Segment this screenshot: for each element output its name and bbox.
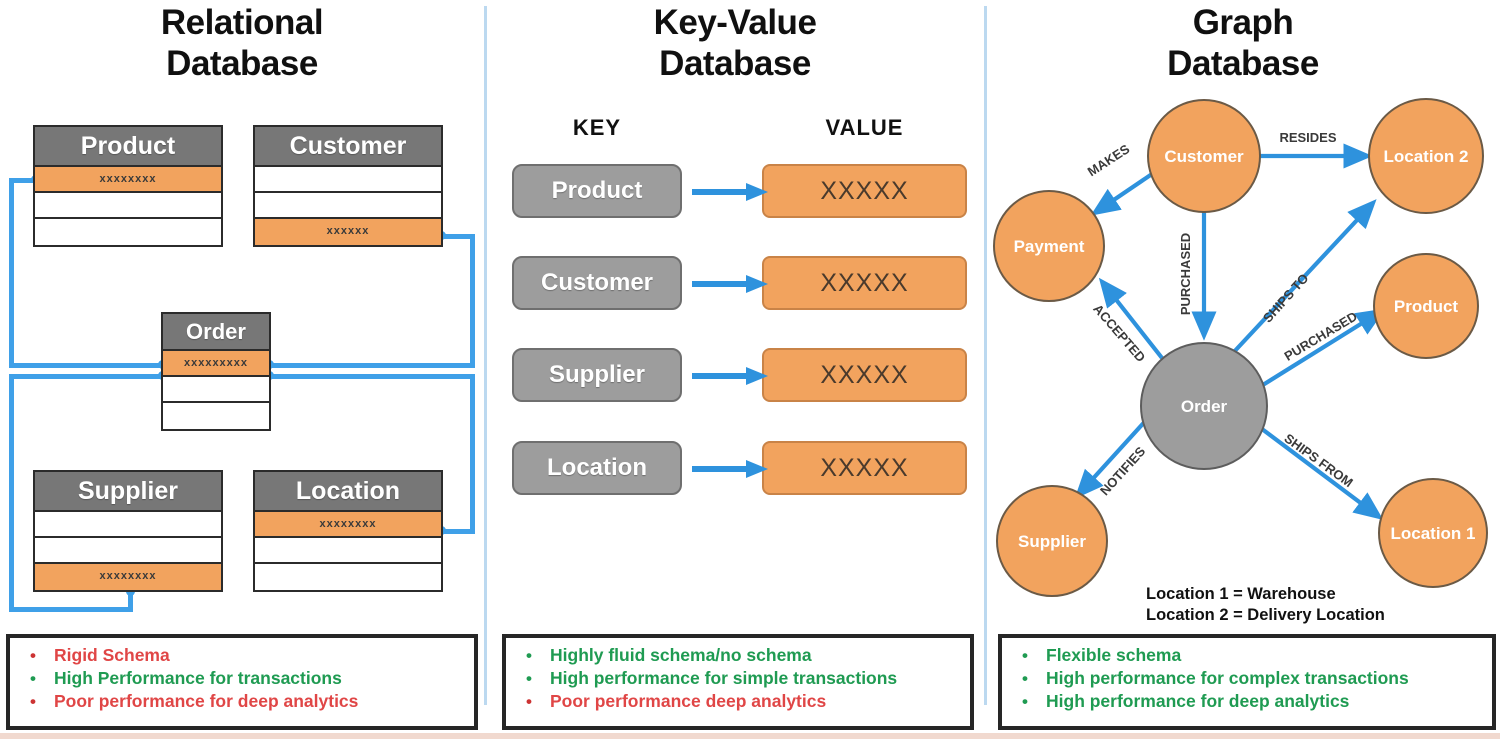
connector-supplier-order-h-bottom (9, 607, 133, 612)
keyvalue-arrow-customer (692, 275, 768, 293)
table-supplier-row-2: xxxxxxxx (35, 564, 221, 590)
table-product-row-1 (35, 193, 221, 219)
table-product-row-2 (35, 219, 221, 245)
graph-diagram: Customer Payment Location 2 Product Orde… (986, 96, 1500, 626)
graph-notes-box: Flexible schema High performance for com… (998, 634, 1496, 730)
edge-label-shipsto: SHIPS TO (1260, 271, 1312, 326)
connector-product-order-v (9, 178, 14, 368)
connector-location-order-v (470, 374, 475, 534)
relational-title-line2: Database (166, 44, 318, 83)
graph-legend: Location 1 = Warehouse Location 2 = Deli… (1146, 584, 1385, 626)
node-customer-label: Customer (1164, 147, 1244, 166)
relational-notes-box: Rigid Schema High Performance for transa… (6, 634, 478, 730)
table-customer-row-2: xxxxxx (255, 219, 441, 245)
keyvalue-value-header: VALUE (825, 115, 904, 140)
keyvalue-arrow-product (692, 183, 768, 201)
connector-customer-order-v (470, 234, 475, 368)
relational-column-title: Relational Database (0, 2, 484, 84)
bottom-edge-tint (0, 733, 1500, 739)
table-supplier[interactable]: Supplier xxxxxxxx (33, 470, 223, 592)
table-location-row-2 (255, 564, 441, 590)
table-order-header: Order (163, 314, 269, 351)
keyvalue-key-customer[interactable]: Customer (512, 256, 682, 310)
keyvalue-value-supplier[interactable]: XXXXX (762, 348, 967, 402)
edge-label-resides: RESIDES (1279, 130, 1336, 145)
relational-note-1: High Performance for transactions (30, 667, 474, 690)
table-customer-row-1 (255, 193, 441, 219)
edge-label-purchased1: PURCHASED (1178, 233, 1193, 315)
edge-customer-payment (1090, 172, 1154, 216)
table-order-row-2 (163, 403, 269, 429)
keyvalue-arrow-location (692, 460, 768, 478)
table-order-row-0: xxxxxxxxx (163, 351, 269, 377)
keyvalue-value-customer[interactable]: XXXXX (762, 256, 967, 310)
table-customer-header: Customer (255, 127, 441, 167)
table-supplier-row-0 (35, 512, 221, 538)
table-order-row-1 (163, 377, 269, 403)
edge-label-purchased2: PURCHASED (1282, 309, 1360, 364)
connector-supplier-order-h-bus (9, 374, 166, 379)
graph-title-line1: Graph (1192, 3, 1294, 42)
node-supplier-label: Supplier (1018, 532, 1086, 551)
keyvalue-key-product[interactable]: Product (512, 164, 682, 218)
column-divider-left (484, 6, 487, 705)
graph-legend-line-1: Location 2 = Delivery Location (1146, 606, 1385, 624)
table-product-header: Product (35, 127, 221, 167)
connector-product-order-h-bottom (9, 363, 166, 368)
keyvalue-notes-box: Highly fluid schema/no schema High perfo… (502, 634, 974, 730)
table-location[interactable]: Location xxxxxxxx (253, 470, 443, 592)
relational-title-line1: Relational (160, 3, 324, 42)
keyvalue-title-line1: Key-Value (653, 3, 817, 42)
connector-customer-order-h-bottom (268, 363, 475, 368)
keyvalue-note-1: High performance for simple transactions (526, 667, 970, 690)
edge-order-product (1256, 308, 1386, 390)
relational-note-2: Poor performance for deep analytics (30, 690, 474, 713)
keyvalue-key-supplier[interactable]: Supplier (512, 348, 682, 402)
edge-label-shipsfrom: SHIPS FROM (1282, 431, 1356, 491)
connector-location-order-h-bus (268, 374, 475, 379)
node-order-label: Order (1181, 397, 1228, 416)
graph-note-2: High performance for deep analytics (1022, 690, 1492, 713)
table-product[interactable]: Product xxxxxxxx (33, 125, 223, 247)
table-customer-row-0 (255, 167, 441, 193)
table-location-header: Location (255, 472, 441, 512)
keyvalue-key-location[interactable]: Location (512, 441, 682, 495)
node-location1-label: Location 1 (1390, 524, 1475, 543)
table-location-row-0: xxxxxxxx (255, 512, 441, 538)
keyvalue-value-product[interactable]: XXXXX (762, 164, 967, 218)
keyvalue-note-0: Highly fluid schema/no schema (526, 644, 970, 667)
keyvalue-title-line2: Database (659, 44, 811, 83)
keyvalue-value-location[interactable]: XXXXX (762, 441, 967, 495)
connector-supplier-order-v-up (9, 374, 14, 612)
table-customer[interactable]: Customer xxxxxx (253, 125, 443, 247)
table-order[interactable]: Order xxxxxxxxx (161, 312, 271, 431)
table-supplier-header: Supplier (35, 472, 221, 512)
keyvalue-note-2: Poor performance deep analytics (526, 690, 970, 713)
graph-note-1: High performance for complex transaction… (1022, 667, 1492, 690)
node-product-label: Product (1394, 297, 1459, 316)
node-location2-label: Location 2 (1383, 147, 1468, 166)
edge-label-makes: MAKES (1085, 141, 1133, 179)
keyvalue-arrow-supplier (692, 367, 768, 385)
table-product-row-0: xxxxxxxx (35, 167, 221, 193)
keyvalue-key-header: KEY (572, 115, 622, 140)
edge-label-notifies: NOTIFIES (1097, 443, 1148, 498)
graph-legend-line-0: Location 1 = Warehouse (1146, 585, 1336, 603)
keyvalue-column-title: Key-Value Database (486, 2, 984, 84)
graph-column-title: Graph Database (986, 2, 1500, 84)
node-payment-label: Payment (1014, 237, 1085, 256)
table-supplier-row-1 (35, 538, 221, 564)
graph-notes-list: Flexible schema High performance for com… (1002, 638, 1492, 713)
table-location-row-1 (255, 538, 441, 564)
graph-note-0: Flexible schema (1022, 644, 1492, 667)
graph-svg: Customer Payment Location 2 Product Orde… (993, 98, 1488, 597)
graph-title-line2: Database (1167, 44, 1319, 83)
relational-note-0: Rigid Schema (30, 644, 474, 667)
relational-notes-list: Rigid Schema High Performance for transa… (10, 638, 474, 713)
keyvalue-notes-list: Highly fluid schema/no schema High perfo… (506, 638, 970, 713)
